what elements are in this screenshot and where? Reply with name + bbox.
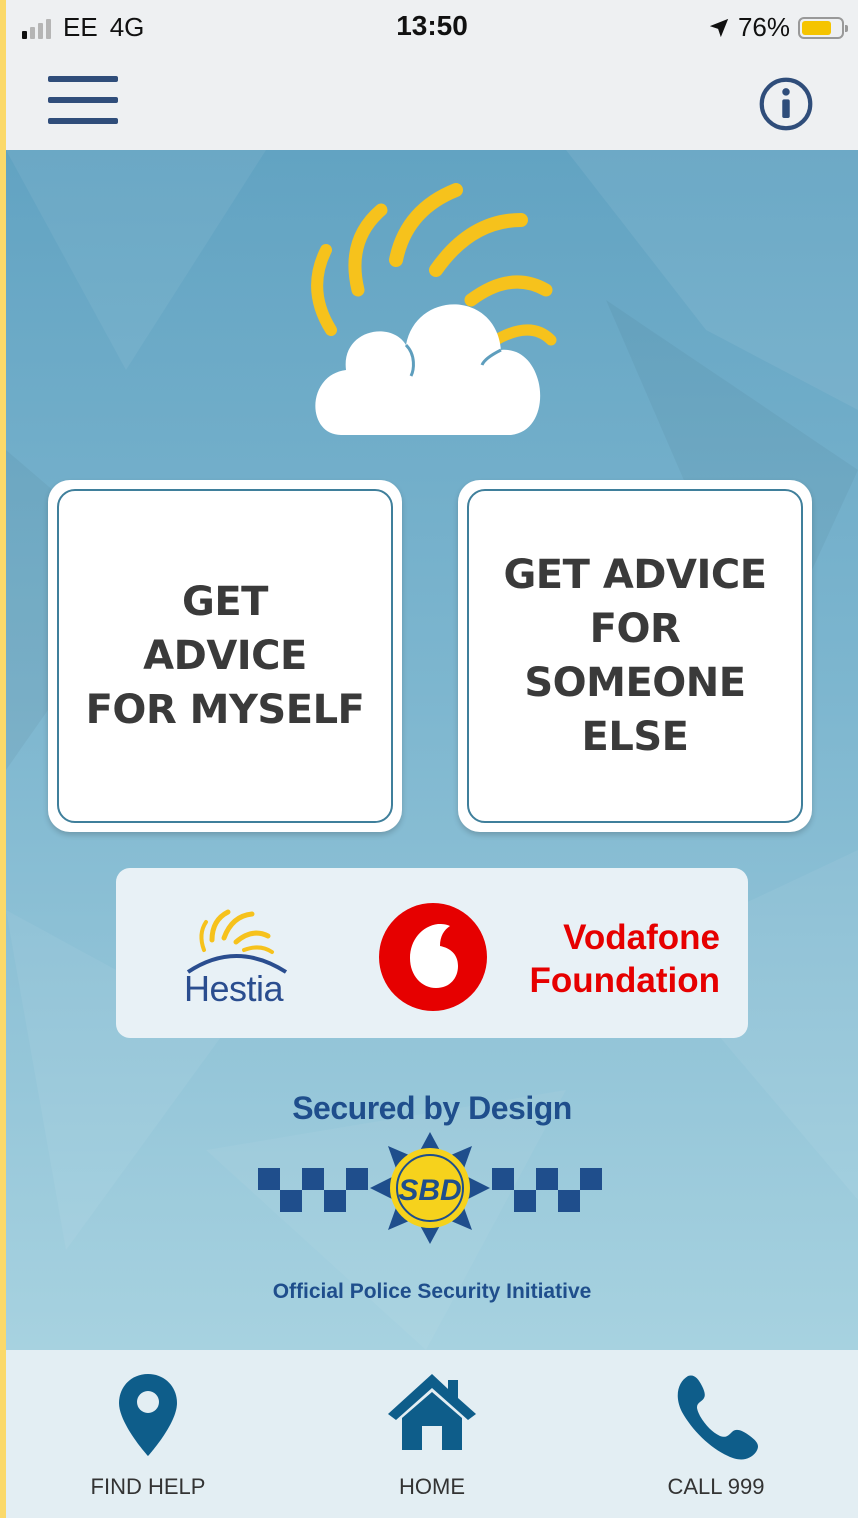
app-screen: EE 4G 13:50 76% GET ADVICE FOR MYSELF GE… (6, 0, 858, 1518)
top-bar (6, 58, 858, 150)
battery-level-fill (802, 20, 831, 35)
sbd-badge-logo: SBD (258, 1132, 602, 1244)
home-icon (388, 1374, 476, 1450)
sbd-subtitle: Official Police Security Initiative (272, 1280, 592, 1303)
status-bar: EE 4G 13:50 76% (6, 0, 858, 58)
bottom-nav: FIND HELP HOME CALL 999 (6, 1350, 858, 1518)
home-hero: GET ADVICE FOR MYSELF GET ADVICE FOR SOM… (6, 150, 858, 1350)
location-arrow-icon (709, 18, 729, 37)
sbd-badge-text: SBD (398, 1174, 461, 1207)
nav-find-help[interactable]: FIND HELP (6, 1350, 290, 1518)
phone-icon (677, 1375, 758, 1460)
nav-home-label: HOME (399, 1474, 465, 1499)
get-advice-someone-else-button[interactable]: GET ADVICE FOR SOMEONE ELSE (458, 480, 812, 832)
hamburger-menu-icon[interactable] (48, 76, 118, 124)
location-pin-icon (119, 1374, 177, 1456)
nav-call-999-label: CALL 999 (667, 1474, 765, 1499)
cloud-sun-logo (311, 183, 557, 435)
sponsors-banner: Hestia Vodafone Foundation (116, 868, 748, 1038)
hestia-wordmark: Hestia (184, 968, 284, 1009)
battery-icon (798, 16, 848, 39)
vodafone-logo-icon (379, 903, 487, 1011)
get-advice-myself-button[interactable]: GET ADVICE FOR MYSELF (48, 480, 402, 832)
battery-percent: 76% (737, 12, 790, 42)
sbd-title: Secured by Design (292, 1090, 572, 1126)
info-circle-icon[interactable] (758, 76, 814, 132)
nav-call-999[interactable]: CALL 999 (574, 1350, 858, 1518)
vodafone-foundation-wordmark: Vodafone Foundation (529, 918, 720, 1000)
status-right: 76% (708, 12, 848, 43)
nav-home[interactable]: HOME (290, 1350, 574, 1518)
get-advice-myself-label: GET ADVICE FOR MYSELF (85, 579, 365, 733)
get-advice-someone-else-label: GET ADVICE FOR SOMEONE ELSE (503, 552, 767, 760)
nav-find-help-label: FIND HELP (90, 1474, 206, 1499)
